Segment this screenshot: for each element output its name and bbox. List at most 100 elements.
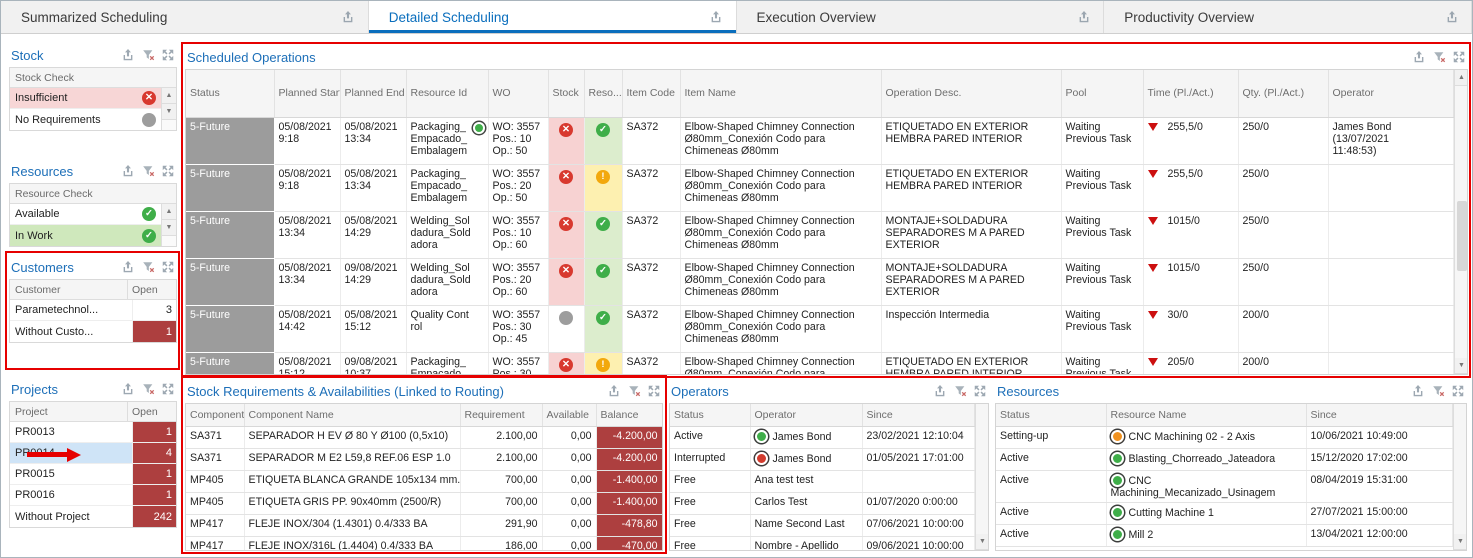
customer-column-header[interactable]: Customer: [15, 284, 61, 296]
column-header[interactable]: Since: [1306, 404, 1452, 426]
resource-row[interactable]: ActiveCutting Machine 127/07/2021 15:00:…: [996, 502, 1452, 524]
column-header[interactable]: Component: [186, 404, 244, 426]
scheduled-operation-row[interactable]: 5-Future 05/08/2021 9:18 05/08/2021 13:3…: [186, 164, 1453, 211]
stock-requirement-row[interactable]: MP417FLEJE INOX/316L (1.4404) 0.4/333 BA…: [186, 536, 662, 551]
tab-summarized-scheduling[interactable]: Summarized Scheduling: [1, 1, 369, 33]
column-header[interactable]: Status: [186, 70, 274, 117]
expand-icon[interactable]: [160, 382, 175, 397]
resource-row[interactable]: ActiveMill 213/04/2021 12:00:00: [996, 524, 1452, 546]
column-header[interactable]: Status: [996, 404, 1106, 426]
scheduled-operation-row[interactable]: 5-Future 05/08/2021 9:18 05/08/2021 13:3…: [186, 117, 1453, 164]
filter-clear-icon[interactable]: [140, 382, 155, 397]
export-icon[interactable]: [1076, 10, 1091, 25]
scroll-down-icon[interactable]: ▼: [162, 220, 176, 236]
export-icon[interactable]: [120, 260, 135, 275]
scheduled-operation-row[interactable]: 5-Future 05/08/2021 13:34 09/08/2021 14:…: [186, 258, 1453, 305]
column-header[interactable]: Time (Pl./Act.): [1143, 70, 1238, 117]
expand-icon[interactable]: [160, 164, 175, 179]
filter-clear-icon[interactable]: [140, 164, 155, 179]
scrollbar[interactable]: ▼: [1453, 404, 1468, 550]
scroll-down-icon[interactable]: ▼: [1455, 358, 1469, 374]
export-icon[interactable]: [1411, 50, 1426, 65]
column-header[interactable]: Pool: [1061, 70, 1143, 117]
scrollbar[interactable]: ▲ ▼: [1454, 70, 1469, 374]
column-header[interactable]: Reso...: [584, 70, 622, 117]
column-header[interactable]: Available: [542, 404, 596, 426]
scroll-down-icon[interactable]: ▼: [976, 534, 990, 550]
expand-icon[interactable]: [1450, 384, 1465, 399]
export-icon[interactable]: [709, 10, 724, 25]
open-column-header[interactable]: Open: [127, 402, 171, 421]
export-icon[interactable]: [120, 48, 135, 63]
project-row[interactable]: PR00161: [10, 485, 176, 506]
stock-check-row[interactable]: No Requirements: [10, 109, 161, 130]
project-column-header[interactable]: Project: [15, 406, 48, 418]
customer-row[interactable]: Parametechnol...3: [10, 300, 176, 321]
scheduled-operation-row[interactable]: 5-Future 05/08/2021 13:34 05/08/2021 14:…: [186, 211, 1453, 258]
filter-clear-icon[interactable]: [1430, 384, 1445, 399]
column-header[interactable]: Planned Start: [274, 70, 340, 117]
scrollbar[interactable]: ▼: [975, 404, 990, 550]
column-header[interactable]: Requirement: [460, 404, 542, 426]
stock-requirement-row[interactable]: SA371SEPARADOR M E2 L59,8 REF.06 ESP 1.0…: [186, 448, 662, 470]
scheduled-operation-row[interactable]: 5-Future 05/08/2021 15:12 09/08/2021 10:…: [186, 352, 1453, 375]
export-icon[interactable]: [1410, 384, 1425, 399]
scroll-down-icon[interactable]: ▼: [162, 104, 176, 120]
scheduled-operation-row[interactable]: 5-Future 05/08/2021 14:42 05/08/2021 15:…: [186, 305, 1453, 352]
expand-icon[interactable]: [1451, 50, 1466, 65]
stock-check-row[interactable]: Insufficient: [10, 88, 161, 109]
tab-execution-overview[interactable]: Execution Overview: [737, 1, 1105, 33]
column-header[interactable]: Component Name: [244, 404, 460, 426]
column-header[interactable]: Qty. (Pl./Act.): [1238, 70, 1328, 117]
export-icon[interactable]: [1444, 10, 1459, 25]
export-icon[interactable]: [120, 382, 135, 397]
resource-row[interactable]: ActiveBlasting_Chorreado_Jateadora15/12/…: [996, 448, 1452, 470]
scrollbar[interactable]: ▲ ▼: [161, 204, 176, 246]
operator-row[interactable]: FreeAna test test: [670, 470, 974, 492]
filter-clear-icon[interactable]: [140, 260, 155, 275]
tab-detailed-scheduling[interactable]: Detailed Scheduling: [369, 1, 737, 33]
column-header[interactable]: Item Code: [622, 70, 680, 117]
filter-clear-icon[interactable]: [140, 48, 155, 63]
operator-row[interactable]: FreeNombre - Apellido09/06/2021 10:00:00: [670, 536, 974, 551]
stock-requirement-row[interactable]: MP405ETIQUETA GRIS PP. 90x40mm (2500/R)7…: [186, 492, 662, 514]
expand-icon[interactable]: [972, 384, 987, 399]
project-row[interactable]: PR00131: [10, 422, 176, 443]
operator-row[interactable]: FreeName Second Last07/06/2021 10:00:00: [670, 514, 974, 536]
expand-icon[interactable]: [160, 48, 175, 63]
column-header[interactable]: Item Name: [680, 70, 881, 117]
resource-check-row[interactable]: Available: [10, 204, 161, 225]
export-icon[interactable]: [932, 384, 947, 399]
resource-check-row[interactable]: In Work: [10, 225, 161, 246]
expand-icon[interactable]: [160, 260, 175, 275]
operator-row[interactable]: FreeCarlos Test01/07/2020 0:00:00: [670, 492, 974, 514]
scroll-down-icon[interactable]: ▼: [1454, 534, 1468, 550]
expand-icon[interactable]: [646, 384, 661, 399]
project-row[interactable]: PR00151: [10, 464, 176, 485]
stock-requirement-row[interactable]: MP417FLEJE INOX/304 (1.4301) 0.4/333 BA2…: [186, 514, 662, 536]
column-header[interactable]: Operation Desc.: [881, 70, 1061, 117]
tab-productivity-overview[interactable]: Productivity Overview: [1104, 1, 1472, 33]
scroll-up-icon[interactable]: ▲: [1455, 70, 1469, 86]
project-row[interactable]: Without Project242: [10, 506, 176, 527]
column-header[interactable]: Balance: [596, 404, 662, 426]
scrollbar-thumb[interactable]: [1457, 201, 1467, 271]
open-column-header[interactable]: Open: [127, 280, 171, 299]
scroll-up-icon[interactable]: ▲: [162, 88, 176, 104]
column-header[interactable]: Since: [862, 404, 974, 426]
column-header[interactable]: Resource Id: [406, 70, 488, 117]
operator-row[interactable]: InterruptedJames Bond01/05/2021 17:01:00: [670, 448, 974, 470]
stock-requirement-row[interactable]: SA371SEPARADOR H EV Ø 80 Y Ø100 (0,5x10)…: [186, 426, 662, 448]
resource-row[interactable]: ActiveCNC Machining_Mecanizado_Usinagem0…: [996, 470, 1452, 502]
stock-requirement-row[interactable]: MP405ETIQUETA BLANCA GRANDE 105x134 mm..…: [186, 470, 662, 492]
column-header[interactable]: Resource Name: [1106, 404, 1306, 426]
customer-row[interactable]: Without Custo...1: [10, 321, 176, 342]
column-header[interactable]: Planned End: [340, 70, 406, 117]
operator-row[interactable]: ActiveJames Bond23/02/2021 12:10:04: [670, 426, 974, 448]
column-header[interactable]: Operator: [750, 404, 862, 426]
resource-row[interactable]: Setting-upCNC Machining 02 - 2 Axis10/06…: [996, 426, 1452, 448]
export-icon[interactable]: [606, 384, 621, 399]
scrollbar[interactable]: ▲ ▼: [161, 88, 176, 130]
column-header[interactable]: Operator: [1328, 70, 1453, 117]
scroll-up-icon[interactable]: ▲: [162, 204, 176, 220]
